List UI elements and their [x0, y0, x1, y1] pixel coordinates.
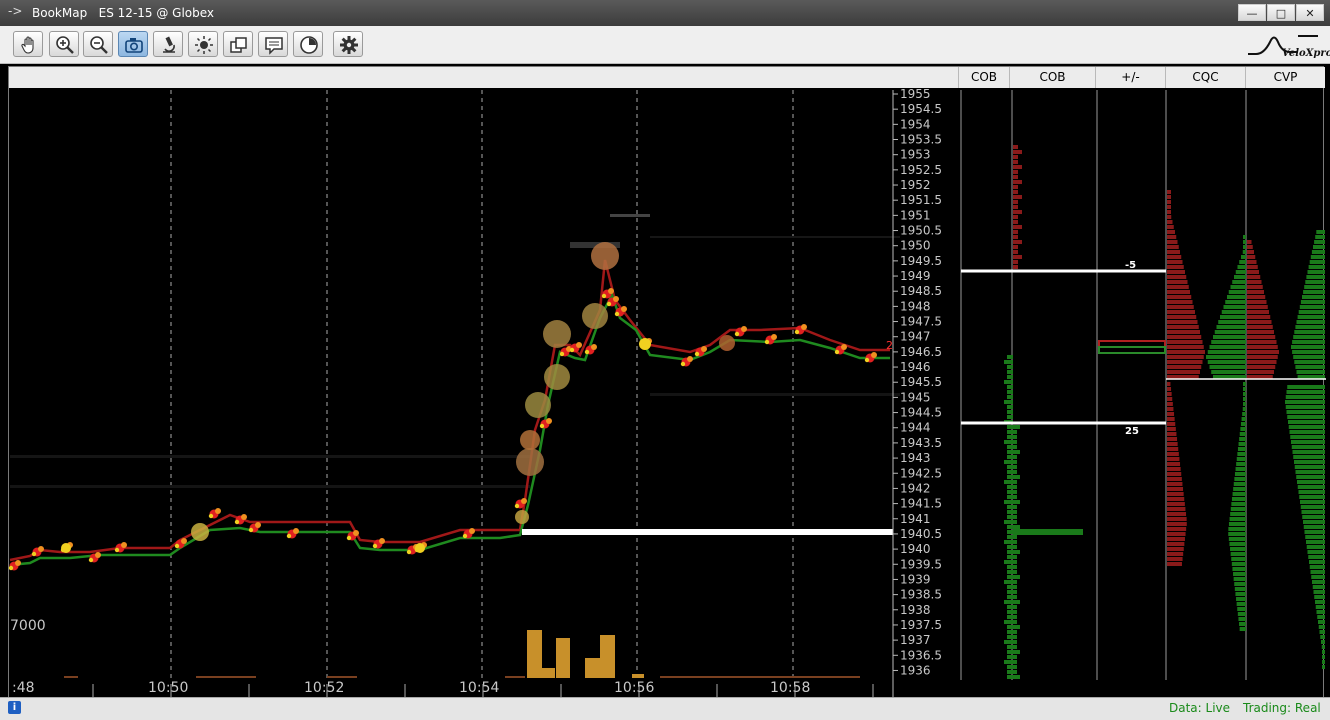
price-tick-label: 1936: [900, 663, 931, 677]
last-trade-size: 2: [886, 339, 893, 352]
order-book-heatmap: [10, 214, 900, 488]
price-tick-label: 1947.5: [900, 315, 942, 329]
price-axis: 19551954.51954 1953.519531952.519521951.5…: [892, 87, 1247, 697]
price-tick-label: 1948: [900, 299, 931, 313]
volume-scale-label: 7000: [10, 618, 46, 634]
info-icon[interactable]: i: [8, 701, 21, 714]
price-tick-label: 1942.5: [900, 466, 942, 480]
time-tick-label: 10:58: [770, 680, 810, 696]
price-tick-label: 1946.5: [900, 345, 942, 359]
trading-status: Trading: Real: [1243, 701, 1321, 715]
price-tick-label: 1952.5: [900, 163, 942, 177]
price-tick-label: 1940: [900, 542, 931, 556]
data-status: Data: Live: [1169, 701, 1231, 715]
right-profile-panel: [1004, 145, 1325, 679]
price-tick-label: 1937: [900, 633, 931, 647]
price-tick-label: 1953.5: [900, 133, 942, 147]
price-tick-label: 1949.5: [900, 254, 942, 268]
price-tick-label: 1939: [900, 572, 931, 586]
price-tick-label: 1941: [900, 512, 931, 526]
volume-bars: [64, 630, 860, 678]
time-tick-label: 10:52: [304, 680, 344, 696]
time-tick-label: :48: [12, 680, 35, 696]
price-line: [9, 259, 890, 567]
time-tick-label: 10:54: [459, 680, 499, 696]
time-tick-label: 10:56: [614, 680, 654, 696]
price-tick-label: 1953: [900, 148, 931, 162]
price-tick-label: 1940.5: [900, 527, 942, 541]
price-tick-label: 1944: [900, 421, 931, 435]
lower-level-marker: 25: [1125, 426, 1139, 437]
price-tick-label: 1938: [900, 603, 931, 617]
price-tick-label: 1939.5: [900, 557, 942, 571]
price-tick-label: 1950: [900, 239, 931, 253]
status-bar: i Data: Live Trading: Real: [0, 697, 1330, 720]
price-tick-label: 1949: [900, 269, 931, 283]
price-tick-label: 1948.5: [900, 284, 942, 298]
time-axis: :48 10:50 10:52 10:54 10:56 10:58: [12, 680, 874, 697]
price-tick-label: 1942: [900, 481, 931, 495]
price-tick-label: 1945.5: [900, 375, 942, 389]
price-tick-label: 1954.5: [900, 102, 942, 116]
price-tick-label: 1946: [900, 360, 931, 374]
time-grid: [170, 90, 794, 680]
price-tick-label: 1943.5: [900, 436, 942, 450]
price-tick-label: 1937.5: [900, 618, 942, 632]
price-tick-label: 1938.5: [900, 588, 942, 602]
trade-bubbles: [8, 242, 877, 571]
upper-level-marker: -5: [1125, 260, 1136, 271]
price-tick-label: 1950.5: [900, 224, 942, 238]
large-order-level: [522, 529, 893, 535]
time-tick-label: 10:50: [148, 680, 188, 696]
price-tick-label: 1947: [900, 330, 931, 344]
price-tick-label: 1955: [900, 87, 931, 101]
price-tick-label: 1945: [900, 390, 931, 404]
price-tick-label: 1954: [900, 117, 931, 131]
price-tick-label: 1941.5: [900, 497, 942, 511]
price-tick-label: 1951.5: [900, 193, 942, 207]
price-tick-label: 1943: [900, 451, 931, 465]
heatmap-chart[interactable]: 19551954.51954 1953.519531952.519521951.5…: [0, 0, 1330, 720]
price-tick-label: 1944.5: [900, 406, 942, 420]
price-tick-label: 1951: [900, 208, 931, 222]
price-tick-label: 1952: [900, 178, 931, 192]
price-tick-label: 1936.5: [900, 648, 942, 662]
